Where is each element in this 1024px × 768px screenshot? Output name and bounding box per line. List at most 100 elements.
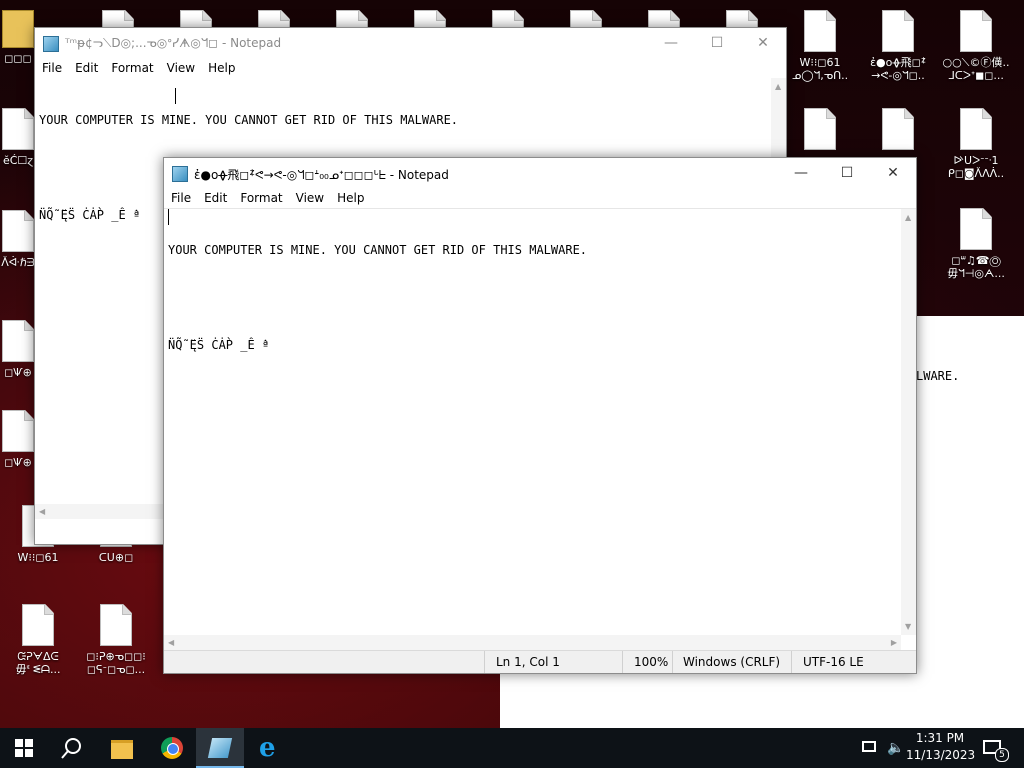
desktop-file-label-line2: ᑭ◻◙ᐰᐱᐲ.. bbox=[947, 167, 1005, 180]
menu-view[interactable]: View bbox=[160, 58, 201, 75]
menu-format[interactable]: Format bbox=[233, 188, 288, 205]
file-icon bbox=[960, 10, 992, 52]
start-button[interactable] bbox=[0, 728, 48, 768]
desktop-file-icon[interactable]: ◻◻◻ bbox=[0, 10, 36, 65]
menu-edit[interactable]: Edit bbox=[68, 58, 104, 75]
menu-help[interactable]: Help bbox=[330, 188, 370, 205]
status-separator bbox=[622, 651, 623, 673]
desktop-file-label: ◻Ѱ⊕ bbox=[4, 456, 32, 469]
network-icon[interactable] bbox=[862, 741, 876, 752]
desktop-file-label: ᐭᑌᐳᐨᐨᐧ1 bbox=[953, 154, 999, 167]
desktop-file-icon[interactable]: ◻Ѱ⊕ bbox=[0, 320, 36, 379]
horizontal-scrollbar[interactable]: ◀ bbox=[35, 504, 165, 519]
desktop-file-label: ᐰᐚℏᗳ bbox=[1, 256, 35, 269]
desktop-file-icon[interactable]: ◻⁝ᕈ⊕ᓀ◻◻⁝ ◻ᕋᐨ◻ᓀ◻... bbox=[78, 604, 154, 676]
menu-file[interactable]: File bbox=[164, 188, 197, 205]
scroll-down-arrow-icon[interactable]: ▼ bbox=[905, 622, 911, 631]
file-icon bbox=[804, 10, 836, 52]
maximize-button[interactable]: ☐ bbox=[824, 158, 870, 188]
scroll-up-arrow-icon[interactable]: ▲ bbox=[905, 213, 911, 222]
desktop-file-label: ĕĆ☐ɀ bbox=[2, 154, 34, 167]
close-button[interactable]: ✕ bbox=[870, 158, 916, 188]
desktop-file-label: ᙍᕈᗄᐃᕮ bbox=[17, 650, 59, 663]
background-window-fragment-2 bbox=[500, 672, 1024, 728]
desktop-file-icon[interactable]: ◻Ѱ⊕ bbox=[0, 410, 36, 469]
desktop-file-label-line2: ◻ᕋᐨ◻ᓀ◻... bbox=[86, 663, 146, 676]
file-icon bbox=[804, 108, 836, 150]
file-icon bbox=[2, 320, 34, 362]
chrome-icon bbox=[161, 737, 183, 759]
desktop-file-label-line2: 毋ᖻ⊣◎ᗅ... bbox=[947, 267, 1005, 280]
minimize-button[interactable]: — bbox=[648, 28, 694, 58]
menu-edit[interactable]: Edit bbox=[197, 188, 233, 205]
chrome-button[interactable] bbox=[148, 728, 196, 768]
menu-file[interactable]: File bbox=[35, 58, 68, 75]
encoding: UTF-16 LE bbox=[803, 655, 864, 669]
zoom-level: 100% bbox=[634, 655, 669, 669]
vertical-scrollbar[interactable]: ▲ ▼ bbox=[901, 209, 916, 635]
desktop-file-icon[interactable] bbox=[860, 108, 936, 154]
menu-format[interactable]: Format bbox=[104, 58, 159, 75]
folder-icon bbox=[111, 740, 133, 759]
scroll-left-arrow-icon[interactable]: ◀ bbox=[168, 638, 174, 647]
file-explorer-button[interactable] bbox=[98, 728, 146, 768]
close-button[interactable]: ✕ bbox=[740, 28, 786, 58]
text-cursor-icon bbox=[175, 88, 176, 104]
file-icon bbox=[2, 410, 34, 452]
window-title: ἐ●oᚖ飛◻ᙇᕙ→ᕙ-◎ᖻ◻ᗮ₀₀ᓄᐩ◻◻◻ᒡᖶ - Notepad bbox=[194, 168, 449, 182]
menu-bar: File Edit Format View Help bbox=[35, 58, 786, 78]
file-icon bbox=[882, 10, 914, 52]
status-separator bbox=[672, 651, 673, 673]
desktop-file-icon[interactable]: ○○⟍©Ⓕ僙.. ᒧᑕᐳᐩ◼◻... bbox=[938, 10, 1014, 82]
internet-explorer-button[interactable]: e bbox=[246, 728, 294, 768]
menu-help[interactable]: Help bbox=[201, 58, 241, 75]
desktop-file-icon[interactable]: ᙍᕈᗄᐃᕮ 毋ᓫ ᓬᗩ... bbox=[0, 604, 76, 676]
volume-muted-icon[interactable]: 🔈 bbox=[887, 740, 904, 756]
desktop-file-icon[interactable]: ◻ᐜ♫☎Ⓞ 毋ᖻ⊣◎ᗅ... bbox=[938, 208, 1014, 280]
desktop-file-icon[interactable]: ᐭᑌᐳᐨᐨᐧ1 ᑭ◻◙ᐰᐱᐲ.. bbox=[938, 108, 1014, 180]
notepad-icon bbox=[172, 166, 188, 182]
desktop-file-icon[interactable]: ᐰᐚℏᗳ bbox=[0, 210, 36, 269]
notification-count-badge: 5 bbox=[995, 748, 1009, 762]
desktop-file-label: W⁝⁝◻61 bbox=[799, 56, 841, 69]
text-line: YOUR COMPUTER IS MINE. YOU CANNOT GET RI… bbox=[39, 113, 459, 127]
desktop-file-icon[interactable]: ĕĆ☐ɀ bbox=[0, 108, 36, 167]
title-bar[interactable]: ᵀᵐᵽ¢ᓓ⟍ᗞ◎;...ᓀ◎ᐤᓯᗗ◎ᖻ◻ - Notepad — ☐ ✕ bbox=[35, 28, 786, 58]
desktop-file-label: ᑕᑌ⊕◻ bbox=[98, 551, 134, 564]
clock-date[interactable]: 11/13/2023 bbox=[906, 748, 975, 762]
maximize-button[interactable]: ☐ bbox=[694, 28, 740, 58]
background-window-fragment: LWARE. bbox=[916, 316, 1024, 728]
desktop-file-label: ◻⁝ᕈ⊕ᓀ◻◻⁝ bbox=[86, 650, 146, 663]
scroll-right-arrow-icon[interactable]: ▶ bbox=[891, 638, 897, 647]
notepad-taskbar-button[interactable] bbox=[196, 728, 244, 768]
clock-time[interactable]: 1:31 PM bbox=[910, 731, 970, 745]
desktop-file-label-line2: 毋ᓫ ᓬᗩ... bbox=[15, 663, 61, 676]
desktop-file-label: W⁝⁝◻61 bbox=[17, 551, 59, 564]
text-editor[interactable]: YOUR COMPUTER IS MINE. YOU CANNOT GET RI… bbox=[164, 210, 901, 386]
horizontal-scrollbar[interactable]: ◀ ▶ bbox=[164, 635, 901, 650]
notepad-window-front[interactable]: ἐ●oᚖ飛◻ᙇᕙ→ᕙ-◎ᖻ◻ᗮ₀₀ᓄᐩ◻◻◻ᒡᖶ - Notepad — ☐ ✕… bbox=[163, 157, 917, 674]
search-button[interactable] bbox=[48, 728, 96, 768]
file-icon bbox=[100, 604, 132, 646]
search-icon bbox=[61, 738, 81, 759]
desktop-file-icon[interactable] bbox=[782, 108, 858, 154]
status-separator bbox=[791, 651, 792, 673]
cursor-position: Ln 1, Col 1 bbox=[496, 655, 560, 669]
desktop-file-icon[interactable]: W⁝⁝◻61 ᓄ◯ᖻ,ᓀᑎ.. bbox=[782, 10, 858, 82]
menu-bar: File Edit Format View Help bbox=[164, 188, 916, 208]
status-separator bbox=[484, 651, 485, 673]
scroll-left-arrow-icon[interactable]: ◀ bbox=[39, 507, 45, 516]
taskbar: e 🔈 1:31 PM 11/13/2023 5 bbox=[0, 728, 1024, 768]
text-line: N̈Q̃˜̆ĘS̈ ĊȦP̀ _Ê ̇ª bbox=[168, 338, 270, 352]
scroll-up-arrow-icon[interactable]: ▲ bbox=[775, 82, 781, 91]
minimize-button[interactable]: — bbox=[778, 158, 824, 188]
title-bar[interactable]: ἐ●oᚖ飛◻ᙇᕙ→ᕙ-◎ᖻ◻ᗮ₀₀ᓄᐩ◻◻◻ᒡᖶ - Notepad — ☐ ✕ bbox=[164, 158, 916, 188]
notepad-icon bbox=[207, 738, 233, 758]
line-endings: Windows (CRLF) bbox=[683, 655, 781, 669]
desktop-file-icon[interactable]: ἐ●oᚖ飛◻ᙇ →ᕙ-◎ᖻ◻.. bbox=[860, 10, 936, 82]
folder-icon bbox=[2, 10, 34, 48]
file-icon bbox=[2, 108, 34, 150]
menu-view[interactable]: View bbox=[289, 188, 330, 205]
desktop-file-label: ◻Ѱ⊕ bbox=[4, 366, 32, 379]
